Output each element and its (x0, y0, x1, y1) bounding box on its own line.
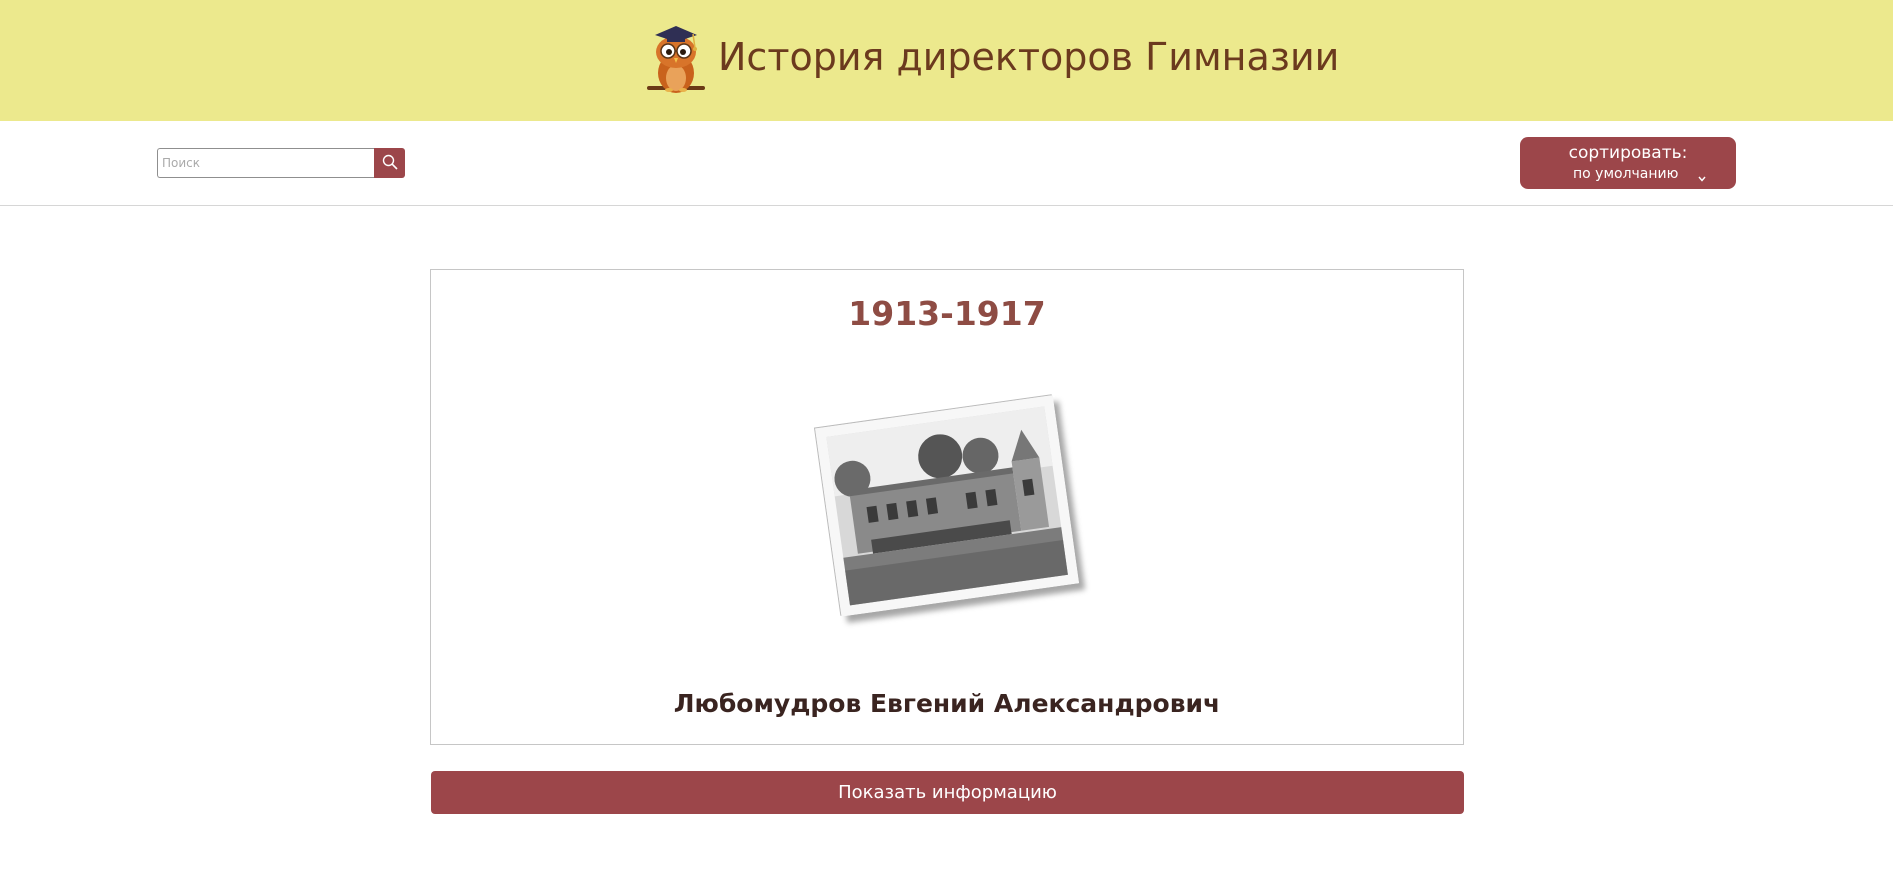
search-button[interactable] (374, 148, 405, 178)
sort-selected-value: по умолчанию (1573, 166, 1679, 182)
search-input[interactable] (157, 148, 375, 178)
site-title: История директоров Гимназии (718, 35, 1340, 79)
director-years: 1913-1917 (848, 294, 1046, 333)
director-card: 1913-1917 Любомудров Евгений Александров… (430, 269, 1464, 745)
school-building-photo (806, 394, 1080, 617)
sort-dropdown[interactable]: сортировать: по умолчанию (1520, 137, 1736, 189)
chevron-down-icon (1697, 169, 1707, 182)
page-header: История директоров Гимназии (0, 0, 1893, 121)
director-name: Любомудров Евгений Александрович (673, 689, 1221, 718)
sort-label: сортировать: (1568, 143, 1688, 163)
show-info-button[interactable]: Показать информацию (431, 771, 1464, 814)
owl-graduate-icon (645, 18, 707, 103)
photo-frame (813, 394, 1080, 617)
magnifier-icon (382, 154, 398, 173)
